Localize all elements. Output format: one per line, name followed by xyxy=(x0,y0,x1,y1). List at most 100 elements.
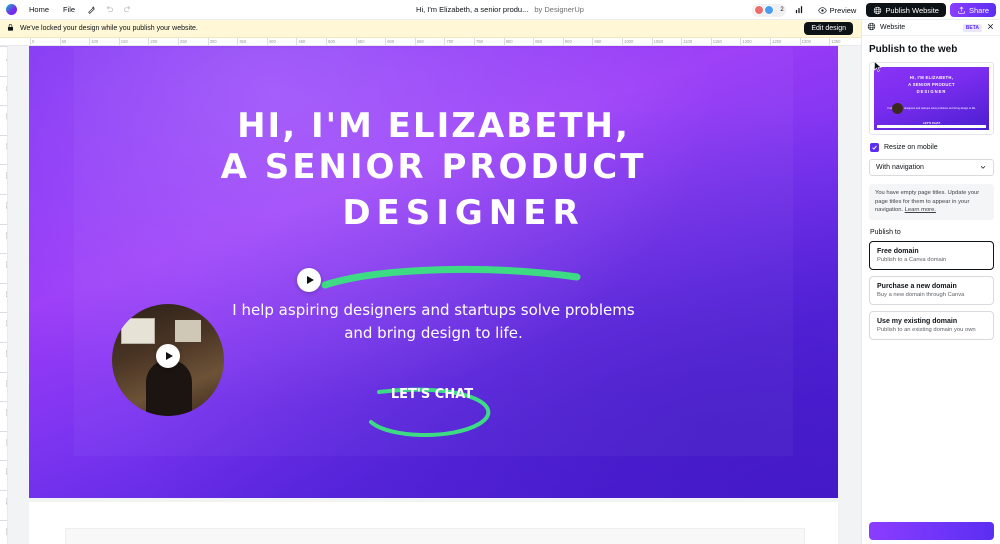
document-author: by DesignerUp xyxy=(534,5,584,14)
document-title[interactable]: Hi, I'm Elizabeth, a senior produ... xyxy=(416,5,528,14)
undo-icon[interactable] xyxy=(100,2,118,18)
ruler-tick: 950 xyxy=(592,38,602,45)
design-page[interactable]: HI, I'M ELIZABETH, A SENIOR PRODUCT DESI… xyxy=(29,46,838,498)
ruler-tick: 400 xyxy=(266,38,276,45)
hero-play-button[interactable] xyxy=(297,268,321,292)
ruler-tick: 0 xyxy=(30,38,35,45)
ruler-tick: 150 xyxy=(0,134,7,150)
website-icon xyxy=(867,22,876,33)
ruler-tick: 300 xyxy=(207,38,217,45)
ruler-tick: 100 xyxy=(0,105,7,120)
ruler-tick: 50 xyxy=(0,75,7,91)
ruler-tick: 750 xyxy=(474,38,483,45)
preview-line-1: HI, I'M ELIZABETH, xyxy=(909,75,954,80)
ruler-tick: 450 xyxy=(296,38,306,45)
edit-design-button[interactable]: Edit design xyxy=(804,22,853,35)
resize-on-mobile-row[interactable]: Resize on mobile xyxy=(870,143,992,152)
profile-play-button[interactable] xyxy=(156,344,180,368)
panel-continue-button[interactable] xyxy=(869,522,994,540)
option-purchase-domain[interactable]: Purchase a new domain Buy a new domain t… xyxy=(869,276,994,306)
preview-button[interactable]: Preview xyxy=(812,3,863,17)
top-toolbar: Home File Hi, I'm Elizabeth, a senior pr… xyxy=(0,0,1000,20)
empty-page-titles-info: You have empty page titles. Update your … xyxy=(869,184,994,221)
ruler-tick: 300 xyxy=(0,223,7,239)
ruler-tick: 800 xyxy=(0,519,7,535)
preview-line-2: A SENIOR PRODUCT xyxy=(908,82,955,87)
publish-panel: Website BETA Publish to the web HI, I'M … xyxy=(861,20,1000,544)
magic-wand-icon[interactable] xyxy=(82,2,100,18)
resize-on-mobile-checkbox[interactable] xyxy=(870,143,879,152)
ruler-tick: 700 xyxy=(444,38,454,45)
panel-header: Website BETA xyxy=(862,20,1000,36)
avatar xyxy=(754,5,765,15)
ruler-tick: 750 xyxy=(0,490,7,505)
preview-label: Preview xyxy=(829,5,857,15)
site-preview-card[interactable]: HI, I'M ELIZABETH, A SENIOR PRODUCT DESI… xyxy=(869,62,994,135)
ruler-tick: 50 xyxy=(59,38,67,45)
panel-body: Publish to the web HI, I'M ELIZABETH, A … xyxy=(862,36,1000,341)
ruler-tick: 500 xyxy=(326,38,335,45)
share-label: Share xyxy=(968,5,989,15)
menu-file[interactable]: File xyxy=(56,0,82,20)
canva-editor-window: Home File Hi, I'm Elizabeth, a senior pr… xyxy=(0,0,1000,544)
ruler-tick: 250 xyxy=(178,38,187,45)
ruler-tick: 1350 xyxy=(829,38,841,45)
ruler-tick: 350 xyxy=(0,253,7,268)
beta-badge: BETA xyxy=(962,23,982,32)
publish-website-button[interactable]: Publish Website xyxy=(866,3,946,17)
ruler-tick: 500 xyxy=(0,342,7,357)
ruler-tick: 100 xyxy=(89,38,99,45)
ruler-tick: 800 xyxy=(503,38,513,45)
top-right-actions: 2 Preview Publish Website Share xyxy=(752,0,996,20)
canva-logo-icon[interactable] xyxy=(0,0,22,20)
ruler-tick: 1250 xyxy=(770,38,782,45)
resize-on-mobile-label: Resize on mobile xyxy=(884,144,938,151)
redo-icon[interactable] xyxy=(118,2,136,18)
option-existing-domain-title: Use my existing domain xyxy=(877,318,958,326)
panel-title: Publish to the web xyxy=(869,44,958,55)
ruler-tick: 550 xyxy=(0,371,7,387)
publish-website-label: Publish Website xyxy=(885,5,939,15)
ruler-tick: 1050 xyxy=(651,38,663,45)
insights-icon[interactable] xyxy=(790,2,808,18)
ruler-tick: 200 xyxy=(148,38,158,45)
ruler-tick: 1100 xyxy=(681,38,693,45)
option-purchase-domain-title: Purchase a new domain xyxy=(877,283,957,291)
ruler-tick: 150 xyxy=(118,38,128,45)
learn-more-link[interactable]: Learn more. xyxy=(905,207,936,213)
canvas-area[interactable]: HI, I'M ELIZABETH, A SENIOR PRODUCT DESI… xyxy=(8,46,861,544)
option-free-domain[interactable]: Free domain Publish to a Canva domain xyxy=(869,241,994,271)
ruler-tick: 200 xyxy=(0,164,7,179)
ruler-tick: 0 xyxy=(0,46,7,61)
option-free-domain-subtitle: Publish to a Canva domain xyxy=(877,257,947,264)
lock-icon xyxy=(6,23,15,34)
horizontal-ruler: 0 50 100 150 200 250 300 350 400 450 500 550 600 650 7… xyxy=(0,38,861,46)
locked-design-notice: We've locked your design while you publi… xyxy=(0,20,861,38)
cta-text[interactable]: LET'S CHAT xyxy=(372,387,492,402)
ruler-tick: 700 xyxy=(0,460,7,475)
vertical-ruler: 0 50 100 150 200 250 300 350 400 450 500 550 600 650 7… xyxy=(0,46,8,544)
menu-home[interactable]: Home xyxy=(22,0,56,20)
ruler-tick: 850 xyxy=(533,38,543,45)
navigation-select[interactable]: With navigation xyxy=(869,159,994,176)
share-button[interactable]: Share xyxy=(949,3,996,17)
ruler-tick: 1150 xyxy=(710,38,722,45)
ruler-tick: 900 xyxy=(562,38,572,45)
publish-to-label: Publish to xyxy=(870,229,901,237)
ruler-tick: 1200 xyxy=(740,38,752,45)
document-title-group: Hi, I'm Elizabeth, a senior produ... by … xyxy=(416,5,584,14)
option-free-domain-title: Free domain xyxy=(877,248,919,256)
ruler-tick: 450 xyxy=(0,312,7,327)
ruler-tick: 650 xyxy=(0,430,7,446)
option-existing-domain-subtitle: Publish to an existing domain you own xyxy=(877,327,976,334)
next-page-preview[interactable] xyxy=(65,528,805,544)
close-icon[interactable] xyxy=(986,22,995,33)
collaborator-avatars[interactable]: 2 xyxy=(752,3,786,17)
preview-footer-strip xyxy=(877,125,986,128)
ruler-tick: 1300 xyxy=(799,38,811,45)
panel-header-title: Website xyxy=(880,24,906,31)
avatar xyxy=(764,5,775,15)
site-preview-thumbnail: HI, I'M ELIZABETH, A SENIOR PRODUCT DESI… xyxy=(874,67,989,130)
ruler-tick: 550 xyxy=(355,38,365,45)
option-existing-domain[interactable]: Use my existing domain Publish to an exi… xyxy=(869,61,994,341)
